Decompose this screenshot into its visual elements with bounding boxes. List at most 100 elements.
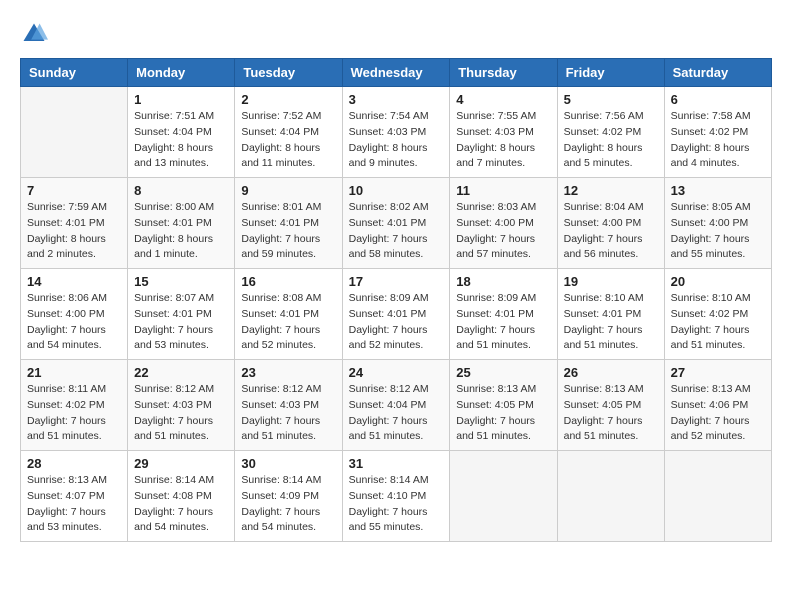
calendar-week-row: 28Sunrise: 8:13 AMSunset: 4:07 PMDayligh…	[21, 451, 772, 542]
day-info: Sunrise: 7:51 AMSunset: 4:04 PMDaylight:…	[134, 109, 228, 172]
day-number: 26	[564, 365, 658, 380]
day-info: Sunrise: 8:04 AMSunset: 4:00 PMDaylight:…	[564, 200, 658, 263]
logo	[20, 20, 52, 48]
calendar-cell: 6Sunrise: 7:58 AMSunset: 4:02 PMDaylight…	[664, 87, 771, 178]
day-info: Sunrise: 8:09 AMSunset: 4:01 PMDaylight:…	[456, 291, 550, 354]
day-number: 19	[564, 274, 658, 289]
calendar-header-thursday: Thursday	[450, 59, 557, 87]
day-number: 13	[671, 183, 765, 198]
calendar-cell: 18Sunrise: 8:09 AMSunset: 4:01 PMDayligh…	[450, 269, 557, 360]
calendar-cell: 28Sunrise: 8:13 AMSunset: 4:07 PMDayligh…	[21, 451, 128, 542]
day-info: Sunrise: 7:54 AMSunset: 4:03 PMDaylight:…	[349, 109, 444, 172]
calendar-cell	[557, 451, 664, 542]
calendar-week-row: 1 Sunrise: 7:51 AMSunset: 4:04 PMDaylight…	[21, 87, 772, 178]
day-number: 31	[349, 456, 444, 471]
day-number: 27	[671, 365, 765, 380]
day-info: Sunrise: 7:52 AMSunset: 4:04 PMDaylight:…	[241, 109, 335, 172]
day-number: 3	[349, 92, 444, 107]
calendar-header-saturday: Saturday	[664, 59, 771, 87]
calendar-cell: 19 Sunrise: 8:10 AMSunset: 4:01 PMDayligh…	[557, 269, 664, 360]
day-number: 20	[671, 274, 765, 289]
calendar-cell	[450, 451, 557, 542]
day-number: 10	[349, 183, 444, 198]
day-number: 2	[241, 92, 335, 107]
calendar-week-row: 14 Sunrise: 8:06 AMSunset: 4:00 PMDayligh…	[21, 269, 772, 360]
day-info: Sunrise: 8:13 AMSunset: 4:06 PMDaylight:…	[671, 382, 765, 445]
day-info: Sunrise: 8:08 AMSunset: 4:01 PMDaylight:…	[241, 291, 335, 354]
day-info: Sunrise: 8:14 AMSunset: 4:10 PMDaylight:…	[349, 473, 444, 536]
calendar-header-wednesday: Wednesday	[342, 59, 450, 87]
day-info: Sunrise: 7:55 AMSunset: 4:03 PMDaylight:…	[456, 109, 550, 172]
day-info: Sunrise: 7:58 AMSunset: 4:02 PMDaylight:…	[671, 109, 765, 172]
day-info: Sunrise: 8:14 AMSunset: 4:08 PMDaylight:…	[134, 473, 228, 536]
day-info: Sunrise: 8:12 AMSunset: 4:03 PMDaylight:…	[134, 382, 228, 445]
day-info: Sunrise: 8:09 AMSunset: 4:01 PMDaylight:…	[349, 291, 444, 354]
day-number: 12	[564, 183, 658, 198]
day-info: Sunrise: 8:12 AMSunset: 4:04 PMDaylight:…	[349, 382, 444, 445]
day-info: Sunrise: 8:01 AMSunset: 4:01 PMDaylight:…	[241, 200, 335, 263]
calendar-cell: 20 Sunrise: 8:10 AMSunset: 4:02 PMDayligh…	[664, 269, 771, 360]
calendar-cell: 13 Sunrise: 8:05 AMSunset: 4:00 PMDayligh…	[664, 178, 771, 269]
calendar-table: SundayMondayTuesdayWednesdayThursdayFrid…	[20, 58, 772, 542]
day-info: Sunrise: 8:11 AMSunset: 4:02 PMDaylight:…	[27, 382, 121, 445]
day-info: Sunrise: 7:56 AMSunset: 4:02 PMDaylight:…	[564, 109, 658, 172]
calendar-cell	[21, 87, 128, 178]
day-info: Sunrise: 8:14 AMSunset: 4:09 PMDaylight:…	[241, 473, 335, 536]
calendar-cell: 10 Sunrise: 8:02 AMSunset: 4:01 PMDayligh…	[342, 178, 450, 269]
calendar-cell: 4 Sunrise: 7:55 AMSunset: 4:03 PMDaylight…	[450, 87, 557, 178]
day-info: Sunrise: 8:10 AMSunset: 4:02 PMDaylight:…	[671, 291, 765, 354]
calendar-cell: 11 Sunrise: 8:03 AMSunset: 4:00 PMDayligh…	[450, 178, 557, 269]
day-number: 29	[134, 456, 228, 471]
day-info: Sunrise: 8:07 AMSunset: 4:01 PMDaylight:…	[134, 291, 228, 354]
day-number: 30	[241, 456, 335, 471]
calendar-cell: 1 Sunrise: 7:51 AMSunset: 4:04 PMDaylight…	[128, 87, 235, 178]
day-number: 5	[564, 92, 658, 107]
day-info: Sunrise: 8:06 AMSunset: 4:00 PMDaylight:…	[27, 291, 121, 354]
day-number: 17	[349, 274, 444, 289]
calendar-cell: 12 Sunrise: 8:04 AMSunset: 4:00 PMDayligh…	[557, 178, 664, 269]
day-number: 1	[134, 92, 228, 107]
day-info: Sunrise: 8:05 AMSunset: 4:00 PMDaylight:…	[671, 200, 765, 263]
day-info: Sunrise: 8:02 AMSunset: 4:01 PMDaylight:…	[349, 200, 444, 263]
day-info: Sunrise: 7:59 AMSunset: 4:01 PMDaylight:…	[27, 200, 121, 263]
day-number: 16	[241, 274, 335, 289]
day-number: 8	[134, 183, 228, 198]
calendar-cell: 29 Sunrise: 8:14 AMSunset: 4:08 PMDayligh…	[128, 451, 235, 542]
day-info: Sunrise: 8:12 AMSunset: 4:03 PMDaylight:…	[241, 382, 335, 445]
day-number: 9	[241, 183, 335, 198]
day-number: 14	[27, 274, 121, 289]
calendar-week-row: 21Sunrise: 8:11 AMSunset: 4:02 PMDayligh…	[21, 360, 772, 451]
day-number: 23	[241, 365, 335, 380]
calendar-cell: 3 Sunrise: 7:54 AMSunset: 4:03 PMDaylight…	[342, 87, 450, 178]
calendar-cell: 16 Sunrise: 8:08 AMSunset: 4:01 PMDayligh…	[235, 269, 342, 360]
calendar-cell: 9 Sunrise: 8:01 AMSunset: 4:01 PMDaylight…	[235, 178, 342, 269]
day-info: Sunrise: 8:13 AMSunset: 4:05 PMDaylight:…	[456, 382, 550, 445]
calendar-cell: 30 Sunrise: 8:14 AMSunset: 4:09 PMDayligh…	[235, 451, 342, 542]
calendar-cell: 21Sunrise: 8:11 AMSunset: 4:02 PMDayligh…	[21, 360, 128, 451]
day-number: 11	[456, 183, 550, 198]
calendar-cell: 22 Sunrise: 8:12 AMSunset: 4:03 PMDayligh…	[128, 360, 235, 451]
calendar-header-tuesday: Tuesday	[235, 59, 342, 87]
calendar-header-sunday: Sunday	[21, 59, 128, 87]
calendar-cell: 23 Sunrise: 8:12 AMSunset: 4:03 PMDayligh…	[235, 360, 342, 451]
calendar-cell: 5 Sunrise: 7:56 AMSunset: 4:02 PMDaylight…	[557, 87, 664, 178]
calendar-cell: 25 Sunrise: 8:13 AMSunset: 4:05 PMDayligh…	[450, 360, 557, 451]
calendar-cell: 17 Sunrise: 8:09 AMSunset: 4:01 PMDayligh…	[342, 269, 450, 360]
day-info: Sunrise: 8:13 AMSunset: 4:05 PMDaylight:…	[564, 382, 658, 445]
day-info: Sunrise: 8:13 AMSunset: 4:07 PMDaylight:…	[27, 473, 121, 536]
day-number: 4	[456, 92, 550, 107]
day-info: Sunrise: 8:10 AMSunset: 4:01 PMDaylight:…	[564, 291, 658, 354]
day-number: 24	[349, 365, 444, 380]
calendar-week-row: 7 Sunrise: 7:59 AMSunset: 4:01 PMDaylight…	[21, 178, 772, 269]
logo-icon	[20, 20, 48, 48]
calendar-cell: 7 Sunrise: 7:59 AMSunset: 4:01 PMDaylight…	[21, 178, 128, 269]
day-number: 7	[27, 183, 121, 198]
day-number: 25	[456, 365, 550, 380]
day-info: Sunrise: 8:00 AMSunset: 4:01 PMDaylight:…	[134, 200, 228, 263]
day-info: Sunrise: 8:03 AMSunset: 4:00 PMDaylight:…	[456, 200, 550, 263]
day-number: 15	[134, 274, 228, 289]
day-number: 22	[134, 365, 228, 380]
calendar-cell: 2 Sunrise: 7:52 AMSunset: 4:04 PMDaylight…	[235, 87, 342, 178]
calendar-cell: 27 Sunrise: 8:13 AMSunset: 4:06 PMDayligh…	[664, 360, 771, 451]
calendar-header-friday: Friday	[557, 59, 664, 87]
